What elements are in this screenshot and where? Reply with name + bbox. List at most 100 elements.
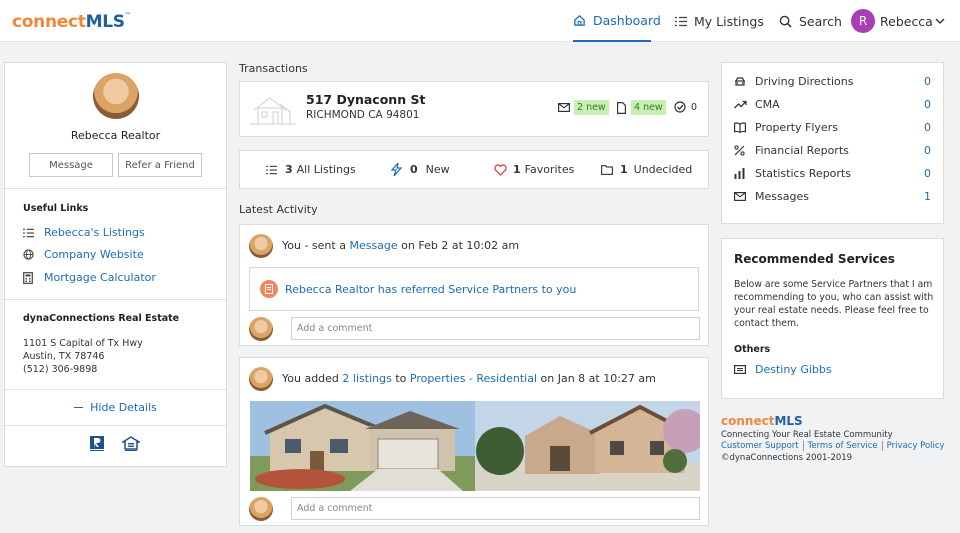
privacy-link[interactable]: Privacy Policy <box>887 441 945 451</box>
user-thumb <box>249 497 273 521</box>
id-card-icon <box>734 365 746 374</box>
stat-driving-directions[interactable]: Driving Directions 0 <box>734 75 931 88</box>
bar-chart-icon <box>734 168 748 179</box>
transaction-documents[interactable]: 4 new <box>617 100 666 115</box>
agent-name: Rebecca Realtor <box>70 129 161 142</box>
new-listings-filter[interactable]: 0 New <box>391 163 450 176</box>
footer-tagline: Connecting Your Real Estate Community <box>721 430 893 440</box>
reports-panel: Driving Directions 0 CMA 0 Property Flyers… <box>721 62 944 224</box>
partner-destiny-gibbs[interactable]: Destiny Gibbs <box>734 363 832 376</box>
referral-document-icon <box>260 280 278 298</box>
stat-label: Property Flyers <box>755 121 838 134</box>
listing-photo-2[interactable] <box>475 401 700 491</box>
comment-input[interactable]: Add a comment <box>291 317 700 340</box>
company-name: dynaConnections Real Estate <box>23 313 180 324</box>
link-agent-listings[interactable]: Rebecca's Listings <box>23 226 145 239</box>
nav-dashboard-label: Dashboard <box>593 12 661 28</box>
calculator-icon <box>23 271 37 284</box>
hide-details-label: Hide Details <box>90 401 157 414</box>
stat-property-flyers[interactable]: Property Flyers 0 <box>734 121 931 134</box>
search-icon <box>779 15 792 28</box>
tasks-count: 0 <box>691 101 698 113</box>
recommended-description: Below are some Service Partners that I a… <box>734 279 934 329</box>
undecided-filter[interactable]: 1 Undecided <box>601 163 692 176</box>
list-icon <box>675 16 687 27</box>
car-icon <box>734 76 748 87</box>
nav-my-listings[interactable]: My Listings <box>675 0 764 42</box>
connectmls-logo[interactable]: connectMLS™ <box>12 12 131 32</box>
refer-friend-button[interactable]: Refer a Friend <box>118 153 202 177</box>
stat-cma[interactable]: CMA 0 <box>734 98 931 111</box>
home-icon <box>573 14 586 27</box>
trending-up-icon <box>734 100 748 109</box>
activity-listings-link[interactable]: 2 listings <box>342 372 391 385</box>
referral-text: Rebecca Realtor has referred Service Par… <box>285 282 577 296</box>
house-sketch-icon <box>250 90 298 131</box>
terms-link[interactable]: Terms of Service <box>808 441 878 451</box>
customer-support-link[interactable]: Customer Support <box>721 441 799 451</box>
folder-icon <box>601 164 613 175</box>
undecided-label: Undecided <box>633 163 693 176</box>
recommended-services-panel: Recommended Services Below are some Serv… <box>721 238 944 399</box>
footer-logo-mls: MLS <box>774 414 803 428</box>
realtor-logo-icon <box>90 436 104 455</box>
company-address-line2: Austin, TX 78746 <box>23 351 105 362</box>
useful-links-title: Useful Links <box>23 203 89 214</box>
divider <box>5 389 226 390</box>
activity-text: You - sent a Message on Feb 2 at 10:02 a… <box>282 239 519 252</box>
all-listings-filter[interactable]: 3 All Listings <box>266 163 356 176</box>
listing-photo-1[interactable] <box>250 401 475 491</box>
stat-count: 0 <box>924 75 931 88</box>
transaction-messages[interactable]: 2 new <box>558 100 609 115</box>
message-button[interactable]: Message <box>29 153 113 177</box>
stat-label: CMA <box>755 98 780 111</box>
document-icon <box>617 101 626 114</box>
lightning-icon <box>391 163 402 176</box>
hide-details-button[interactable]: Hide Details <box>5 401 226 414</box>
latest-activity-title: Latest Activity <box>239 203 318 216</box>
referral-card[interactable]: Rebecca Realtor has referred Service Par… <box>249 267 699 311</box>
transaction-tasks[interactable]: 0 <box>674 101 697 113</box>
user-menu[interactable]: R Rebecca <box>851 0 945 42</box>
stat-statistics-reports[interactable]: Statistics Reports 0 <box>734 167 931 180</box>
list-icon <box>266 165 277 175</box>
divider <box>5 299 226 300</box>
top-bar: connectMLS™ Dashboard My Listings Search… <box>0 0 960 42</box>
listings-summary-bar: 3 All Listings 0 New 1 Favorites 1 Undec… <box>239 150 709 189</box>
agent-profile-panel: Rebecca Realtor Message Refer a Friend U… <box>4 62 227 467</box>
favorites-filter[interactable]: 1 Favorites <box>494 163 574 176</box>
transactions-title: Transactions <box>239 62 308 75</box>
stat-count: 0 <box>924 167 931 180</box>
nav-search[interactable]: Search <box>779 0 842 42</box>
link-company-website[interactable]: Company Website <box>23 248 144 261</box>
heart-icon <box>494 163 507 176</box>
nav-my-listings-label: My Listings <box>694 13 764 29</box>
envelope-icon <box>558 103 570 112</box>
link-mortgage-calculator-label: Mortgage Calculator <box>44 271 156 284</box>
nav-dashboard[interactable]: Dashboard <box>573 0 661 42</box>
user-thumb <box>249 367 273 391</box>
stat-label: Financial Reports <box>755 144 849 157</box>
activity-prefix: You - sent a <box>282 239 350 252</box>
footer-logo-connect: connect <box>721 414 775 428</box>
comment-input[interactable]: Add a comment <box>291 497 700 520</box>
footer-copyright: ©dynaConnections 2001-2019 <box>721 453 853 463</box>
stat-financial-reports[interactable]: Financial Reports 0 <box>734 144 931 157</box>
transaction-card[interactable]: 517 Dynaconn St RICHMOND CA 94801 2 new … <box>239 81 709 137</box>
activity-category-link[interactable]: Properties - Residential <box>410 372 537 385</box>
link-company-website-label: Company Website <box>44 248 144 261</box>
others-label: Others <box>734 344 771 355</box>
activity-item-message: You - sent a Message on Feb 2 at 10:02 a… <box>239 224 709 346</box>
link-mortgage-calculator[interactable]: Mortgage Calculator <box>23 271 156 284</box>
activity-prefix: You added <box>282 372 343 385</box>
company-address-line1: 1101 S Capital of Tx Hwy <box>23 338 143 349</box>
divider <box>5 188 226 189</box>
activity-message-link[interactable]: Message <box>349 239 397 252</box>
partner-name: Destiny Gibbs <box>755 363 832 376</box>
globe-icon <box>23 249 37 260</box>
footer-links: Customer Support Terms of Service Privac… <box>721 441 945 451</box>
all-listings-label: All Listings <box>296 163 356 176</box>
stat-messages[interactable]: Messages 1 <box>734 190 931 203</box>
documents-new-badge: 4 new <box>631 100 666 115</box>
user-name: Rebecca <box>880 13 933 29</box>
